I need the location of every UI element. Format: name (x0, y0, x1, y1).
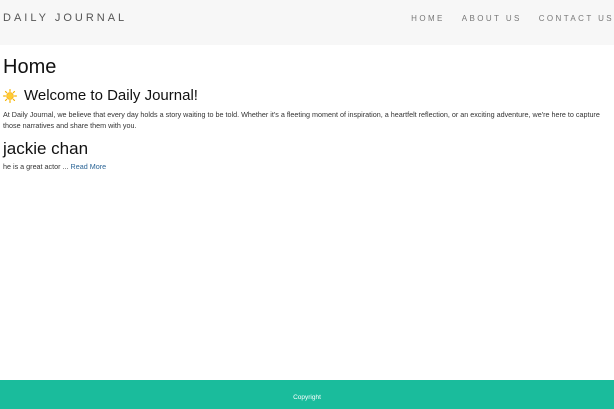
copyright-text: Copyright (293, 394, 321, 401)
intro-text: At Daily Journal, we believe that every … (3, 110, 600, 130)
brand-link[interactable]: DAILY JOURNAL (3, 12, 127, 24)
navbar: DAILY JOURNAL HOME ABOUT US CONTACT US (0, 0, 614, 45)
read-more-link[interactable]: Read More (71, 162, 107, 171)
nav-link-about-us[interactable]: ABOUT US (462, 14, 522, 23)
page: DAILY JOURNAL HOME ABOUT US CONTACT US H… (0, 0, 614, 409)
post-excerpt-row: he is a great actor ... Read More (3, 161, 603, 172)
footer: Copyright (0, 380, 614, 409)
welcome-heading-row: Welcome to Daily Journal! (3, 86, 603, 106)
post-excerpt: he is a great actor ... (3, 162, 69, 171)
sun-icon (3, 89, 17, 103)
main-content: Home Welcome to Daily Journal! At Daily … (3, 55, 603, 172)
welcome-heading: Welcome to Daily Journal! (24, 87, 198, 104)
nav-links: HOME ABOUT US CONTACT US (394, 14, 614, 23)
nav-link-home[interactable]: HOME (411, 14, 445, 23)
nav-link-contact-us[interactable]: CONTACT US (539, 14, 614, 23)
page-title: Home (3, 56, 57, 78)
post-title: jackie chan (3, 139, 89, 158)
post-item: jackie chan he is a great actor ... Read… (3, 138, 603, 172)
